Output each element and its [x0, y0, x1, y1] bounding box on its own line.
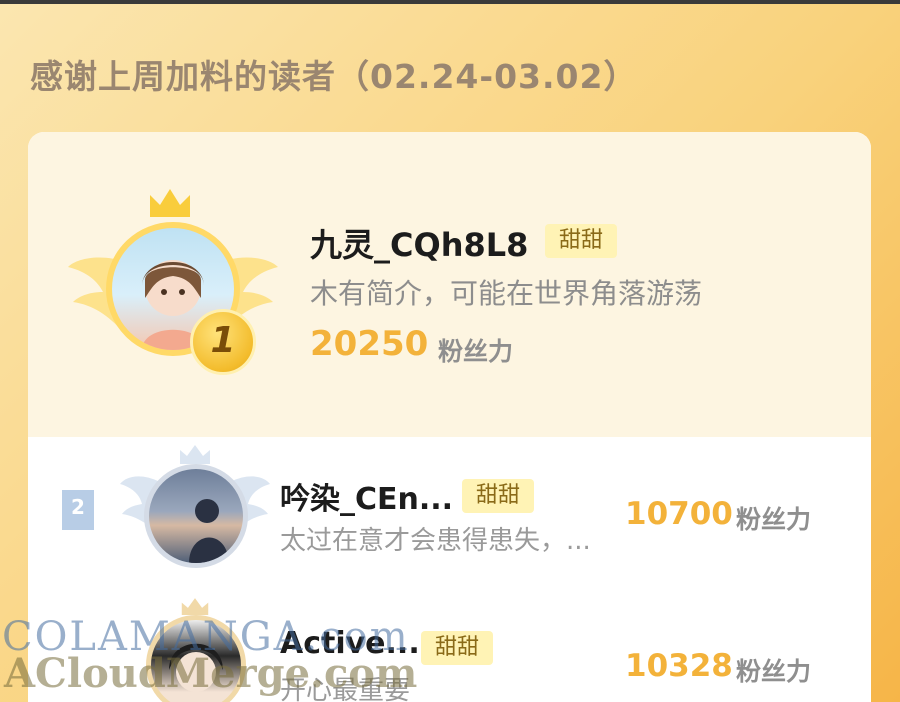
rank1-medal: 1	[190, 309, 256, 375]
leaderboard-card: 1 九灵_CQh8L8 甜甜 木有简介，可能在世界角落游荡 20250 粉丝力 …	[28, 132, 871, 702]
rank1-fan-score: 20250	[310, 324, 429, 364]
rank3-badge: 甜甜	[421, 631, 494, 665]
page-title: 感谢上周加料的读者（02.24-03.02）	[30, 57, 638, 96]
crown-icon	[150, 189, 190, 217]
rank2-username[interactable]: 吟染_CEn...	[280, 474, 453, 518]
rank3-bio: 开心最重要	[280, 676, 411, 702]
rank1-username[interactable]: 九灵_CQh8L8	[310, 220, 528, 266]
rank2-avatar	[144, 464, 248, 568]
rank1-badge: 甜甜	[545, 224, 618, 258]
rank3-fan-unit: 粉丝力	[736, 657, 812, 686]
rank1-fan-unit: 粉丝力	[438, 337, 514, 366]
crown-icon	[181, 598, 209, 615]
rank1-bio: 木有简介，可能在世界角落游荡	[310, 277, 703, 310]
rank3-fan-score: 10328	[625, 648, 733, 684]
rank2-flag: 2	[62, 490, 94, 530]
rank2-avatar-frame[interactable]	[120, 444, 270, 574]
rank2-fan-unit: 粉丝力	[736, 505, 812, 534]
rank2-badge: 甜甜	[462, 479, 535, 513]
rank3-avatar-frame[interactable]	[128, 597, 258, 702]
rank3-avatar	[146, 615, 246, 702]
crown-icon	[180, 445, 210, 464]
rank1-avatar-frame[interactable]: 1	[68, 187, 278, 387]
top-border	[0, 0, 900, 4]
rank2-bio: 太过在意才会患得患失，...	[280, 526, 591, 556]
rank3-username[interactable]: Active...	[280, 626, 420, 661]
rank2-fan-score: 10700	[625, 496, 733, 532]
